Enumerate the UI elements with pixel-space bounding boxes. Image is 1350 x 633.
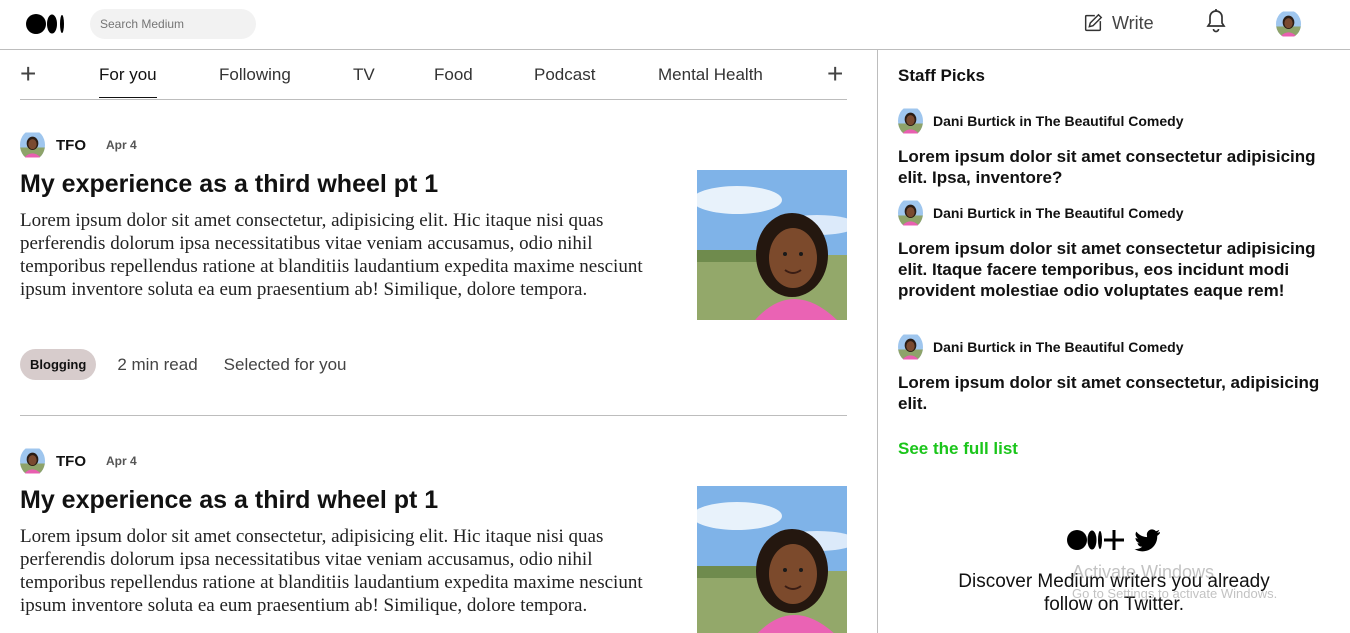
- pick-author[interactable]: Dani Burtick in The Beautiful Comedy: [933, 339, 1183, 355]
- article-thumbnail[interactable]: [697, 486, 847, 633]
- article-meta: TFO Apr 4: [20, 446, 137, 476]
- medium-twitter-logos: [1067, 529, 1160, 552]
- tab-following[interactable]: Following: [219, 65, 291, 85]
- pick-author[interactable]: Dani Burtick in The Beautiful Comedy: [933, 205, 1183, 221]
- tab-food[interactable]: Food: [434, 65, 473, 85]
- staff-picks-title: Staff Picks: [898, 66, 985, 85]
- twitter-icon: [1134, 529, 1160, 552]
- article-footer: Blogging 2 min read Selected for you: [20, 349, 347, 380]
- more-topics-icon[interactable]: +: [827, 60, 843, 88]
- top-bar: Write: [0, 0, 1350, 50]
- author-name[interactable]: TFO: [56, 453, 86, 470]
- tab-tv[interactable]: TV: [353, 65, 375, 85]
- medium-logo[interactable]: [26, 14, 66, 34]
- tag-badge[interactable]: Blogging: [20, 349, 97, 380]
- article-title[interactable]: My experience as a third wheel pt 1: [20, 170, 438, 199]
- pick-title[interactable]: Lorem ipsum dolor sit amet consectetur a…: [898, 146, 1338, 188]
- author-avatar[interactable]: [898, 332, 923, 362]
- tab-for-you[interactable]: For you: [99, 65, 157, 98]
- article-thumbnail[interactable]: [697, 170, 847, 320]
- author-name[interactable]: TFO: [56, 137, 86, 154]
- write-button[interactable]: Write: [1082, 8, 1154, 38]
- search-input[interactable]: [90, 9, 256, 39]
- tab-podcast[interactable]: Podcast: [534, 65, 595, 85]
- author-avatar[interactable]: [20, 130, 45, 160]
- plus-icon: [1104, 530, 1124, 550]
- add-topic-icon[interactable]: +: [20, 60, 36, 88]
- pick-author[interactable]: Dani Burtick in The Beautiful Comedy: [933, 113, 1183, 129]
- author-avatar[interactable]: [898, 106, 923, 136]
- article-date: Apr 4: [106, 138, 137, 152]
- write-icon: [1084, 13, 1103, 32]
- article-card: TFO Apr 4 My experience as a third wheel…: [20, 446, 847, 633]
- see-full-list-link[interactable]: See the full list: [898, 439, 1018, 459]
- tab-mental-health[interactable]: Mental Health: [658, 65, 763, 85]
- pick-meta: Dani Burtick in The Beautiful Comedy: [898, 106, 1183, 136]
- pick-meta: Dani Burtick in The Beautiful Comedy: [898, 332, 1183, 362]
- bell-icon[interactable]: [1204, 8, 1228, 34]
- author-avatar[interactable]: [898, 198, 923, 228]
- article-excerpt: Lorem ipsum dolor sit amet consectetur, …: [20, 210, 643, 300]
- read-time: 2 min read: [117, 354, 198, 374]
- sidebar-divider: [877, 50, 878, 633]
- medium-logo: [1067, 530, 1102, 550]
- selected-for-you: Selected for you: [223, 354, 347, 374]
- author-avatar[interactable]: [20, 446, 45, 476]
- write-label: Write: [1112, 12, 1154, 33]
- divider: [20, 415, 847, 416]
- avatar[interactable]: [1276, 10, 1301, 38]
- discover-twitter-text: Discover Medium writers you already foll…: [958, 571, 1270, 615]
- pick-title[interactable]: Lorem ipsum dolor sit amet consectetur a…: [898, 238, 1338, 301]
- article-title[interactable]: My experience as a third wheel pt 1: [20, 486, 438, 515]
- pick-title[interactable]: Lorem ipsum dolor sit amet consectetur, …: [898, 372, 1338, 414]
- article-card: TFO Apr 4 My experience as a third wheel…: [20, 130, 847, 420]
- article-date: Apr 4: [106, 454, 137, 468]
- pick-meta: Dani Burtick in The Beautiful Comedy: [898, 198, 1183, 228]
- topic-tabs: + For you Following TV Food Podcast Ment…: [20, 50, 847, 100]
- article-excerpt: Lorem ipsum dolor sit amet consectetur, …: [20, 526, 643, 616]
- article-meta: TFO Apr 4: [20, 130, 137, 160]
